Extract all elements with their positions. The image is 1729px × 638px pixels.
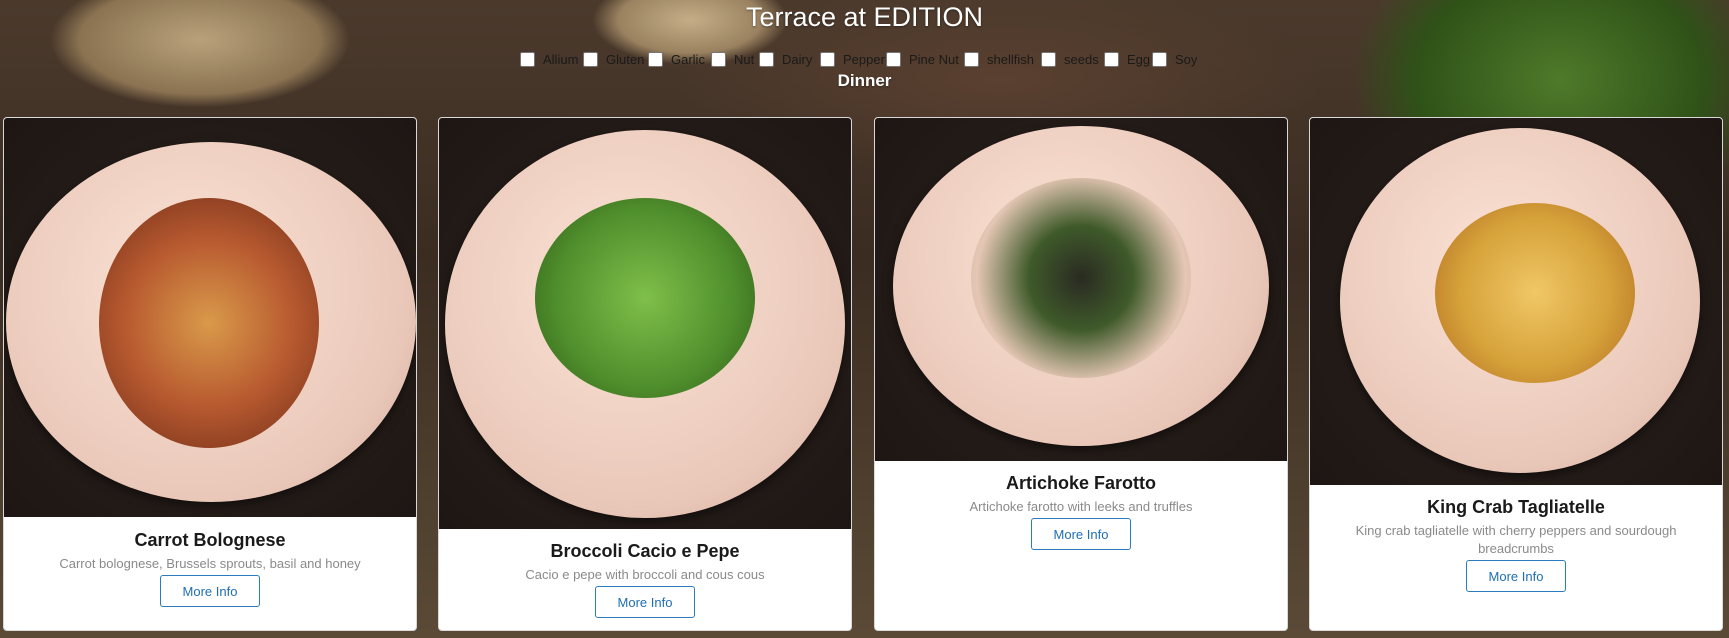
more-info-button[interactable]: More Info: [595, 586, 695, 618]
allium-checkbox[interactable]: [520, 51, 535, 67]
more-info-button[interactable]: More Info: [160, 575, 260, 607]
dish-card-king-crab-tagliatelle: King Crab Tagliatelle King crab tagliate…: [1309, 117, 1723, 631]
dish-description: King crab tagliatelle with cherry pepper…: [1355, 523, 1677, 556]
filter-nut[interactable]: Nut: [711, 51, 759, 67]
filter-shellfish[interactable]: shellfish: [964, 51, 1041, 67]
allergen-filter-bar: Allium Gluten Garlic Nut Dairy Pepper Pi…: [520, 50, 1203, 68]
dish-card-artichoke-farotto: Artichoke Farotto Artichoke farotto with…: [874, 117, 1288, 631]
filter-soy[interactable]: Soy: [1152, 51, 1203, 67]
filter-label: Garlic: [671, 51, 705, 67]
filter-label: Pepper: [843, 51, 885, 67]
pepper-checkbox[interactable]: [820, 51, 835, 67]
dish-name: Artichoke Farotto: [1005, 473, 1156, 493]
filter-dairy[interactable]: Dairy: [759, 51, 820, 67]
filter-label: Soy: [1175, 51, 1198, 67]
filter-allium[interactable]: Allium: [520, 51, 583, 67]
filter-label: Pine Nut: [909, 51, 959, 67]
dish-food-image: [971, 178, 1191, 378]
dish-description: Carrot bolognese, Brussels sprouts, basi…: [59, 556, 361, 571]
dish-photo: [1310, 118, 1722, 485]
dish-photo: [875, 118, 1287, 461]
filter-label: shellfish: [987, 51, 1034, 67]
dish-info: Broccoli Cacio e Pepe Cacio e pepe with …: [439, 541, 851, 618]
dish-name: King Crab Tagliatelle: [1427, 497, 1605, 517]
filter-gluten[interactable]: Gluten: [583, 51, 648, 67]
dish-card-carrot-bolognese: Carrot Bolognese Carrot bolognese, Bruss…: [3, 117, 417, 631]
filter-egg[interactable]: Egg: [1104, 51, 1152, 67]
dish-description: Artichoke farotto with leeks and truffle…: [969, 499, 1193, 514]
dish-description: Cacio e pepe with broccoli and cous cous: [525, 567, 765, 582]
dish-food-image: [1435, 203, 1635, 383]
dish-food-image: [99, 198, 319, 448]
filter-label: Gluten: [606, 51, 645, 67]
filter-pepper[interactable]: Pepper: [820, 51, 886, 67]
soy-checkbox[interactable]: [1152, 51, 1167, 67]
filter-garlic[interactable]: Garlic: [648, 51, 711, 67]
filter-label: Nut: [734, 51, 755, 67]
dish-photo: [439, 118, 851, 529]
filter-label: Dairy: [782, 51, 813, 67]
more-info-button[interactable]: More Info: [1031, 518, 1131, 550]
filter-seeds[interactable]: seeds: [1041, 51, 1104, 67]
dish-card-broccoli-cacio-e-pepe: Broccoli Cacio e Pepe Cacio e pepe with …: [438, 117, 852, 631]
dairy-checkbox[interactable]: [759, 51, 774, 67]
dish-photo: [4, 118, 416, 517]
egg-checkbox[interactable]: [1104, 51, 1119, 67]
filter-label: seeds: [1064, 51, 1099, 67]
dish-name: Broccoli Cacio e Pepe: [550, 541, 740, 561]
seeds-checkbox[interactable]: [1041, 51, 1056, 67]
dish-info: Carrot Bolognese Carrot bolognese, Bruss…: [4, 530, 416, 607]
nut-checkbox[interactable]: [711, 51, 726, 67]
dish-name: Carrot Bolognese: [134, 530, 286, 550]
dish-food-image: [535, 198, 755, 398]
dish-info: Artichoke Farotto Artichoke farotto with…: [875, 473, 1287, 550]
pine-nut-checkbox[interactable]: [886, 51, 901, 67]
gluten-checkbox[interactable]: [583, 51, 598, 67]
filter-label: Egg: [1127, 51, 1151, 67]
more-info-button[interactable]: More Info: [1466, 560, 1566, 592]
meal-heading: Dinner: [837, 71, 892, 90]
page-title: Terrace at EDITION: [745, 2, 984, 32]
dish-info: King Crab Tagliatelle King crab tagliate…: [1310, 497, 1722, 592]
filter-pine-nut[interactable]: Pine Nut: [886, 51, 964, 67]
shellfish-checkbox[interactable]: [964, 51, 979, 67]
garlic-checkbox[interactable]: [648, 51, 663, 67]
filter-label: Allium: [543, 51, 579, 67]
